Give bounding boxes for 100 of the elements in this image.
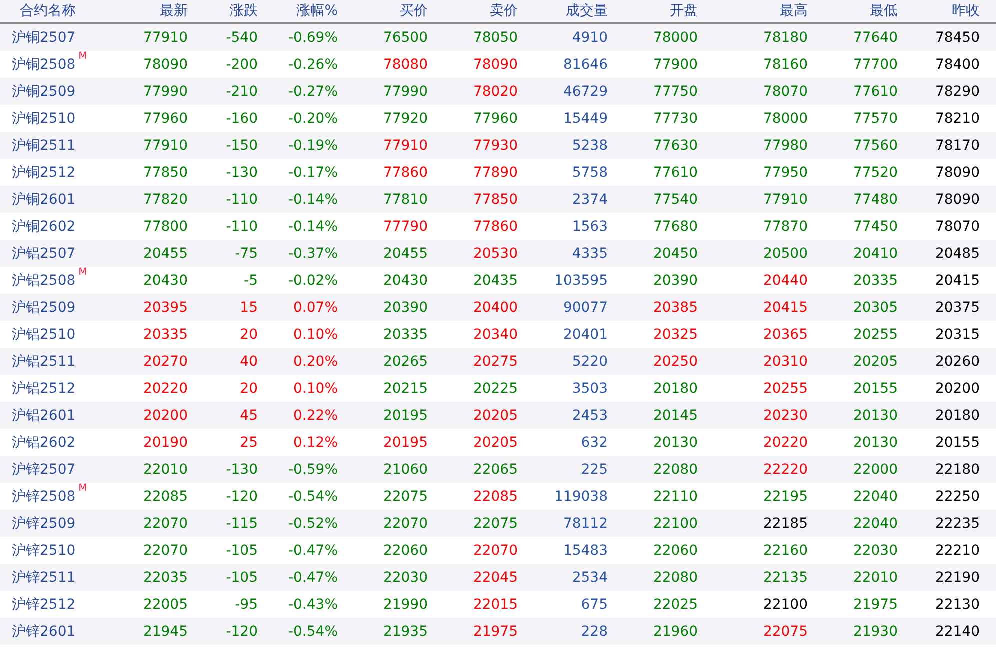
table-cell-text: 22100 (762, 596, 809, 612)
table-cell-text: 77990 (382, 84, 429, 100)
table-cell-text: 22005 (142, 596, 189, 612)
table-cell-text: 22025 (652, 596, 699, 612)
table-cell-text: 21930 (852, 624, 899, 640)
table-cell-text: 20130 (652, 434, 699, 450)
table-row[interactable]: 沪锌2512 22005 -95 -0.43% 21990 22015 675 22025 22100 21975 22130 (0, 591, 996, 618)
column-header[interactable]: 涨幅% (260, 1, 340, 21)
table-cell-text: 20190 (142, 434, 189, 450)
column-header[interactable]: 最低 (810, 1, 900, 21)
column-header[interactable]: 买价 (340, 1, 430, 21)
table-row[interactable]: 沪铜2510 77960 -160 -0.20% 77920 77960 15449 77730 78000 77570 78210 (0, 105, 996, 132)
column-header[interactable]: 昨收 (900, 1, 982, 21)
table-cell-text: 77860 (382, 164, 429, 180)
table-row[interactable]: 沪锌2507 22010 -130 -0.59% 21060 22065 225 22080 22220 22000 22180 (0, 456, 996, 483)
contract-name: 沪铝2507 (12, 244, 76, 262)
table-row[interactable]: 沪铜2602 77800 -110 -0.14% 77790 77860 1563 77680 77870 77450 78070 (0, 213, 996, 240)
table-cell-text: 78112 (562, 516, 609, 532)
column-header[interactable]: 合约名称 (0, 1, 120, 21)
table-cell-text: 22065 (472, 462, 519, 478)
table-cell-text: 22030 (382, 570, 429, 586)
table-cell-text: 15483 (562, 542, 609, 558)
table-row[interactable]: 沪铝2507 20455 -75 -0.37% 20455 20530 4335 20450 20500 20410 20485 (0, 240, 996, 267)
table-cell-text: 20390 (652, 272, 699, 288)
column-header[interactable]: 最新 (120, 1, 190, 21)
table-cell-text: 20155 (934, 434, 981, 450)
table-row[interactable]: 沪锌2508 M 22085 -120 -0.54% 22075 22085 119038 22110 22195 22040 22250 (0, 483, 996, 510)
table-cell-text: 22045 (472, 570, 519, 586)
table-row[interactable]: 沪铝2510 20335 20 0.10% 20335 20340 20401 20325 20365 20255 20315 (0, 321, 996, 348)
column-header[interactable]: 成交量 (520, 1, 610, 21)
table-cell-text: -0.17% (287, 164, 339, 180)
table-cell-text: 78080 (382, 56, 429, 72)
table-cell-text: -120 (225, 488, 259, 504)
table-cell-text: 15449 (562, 110, 609, 126)
column-header[interactable]: 涨跌 (190, 1, 260, 21)
table-cell-text: 22070 (382, 516, 429, 532)
table-cell-text: 21060 (382, 462, 429, 478)
table-row[interactable]: 沪铝2602 20190 25 0.12% 20195 20205 632 20130 20220 20130 20155 (0, 429, 996, 456)
table-cell-text: 20310 (762, 354, 809, 370)
table-cell-text: 77910 (142, 30, 189, 46)
table-cell-text: 20195 (382, 408, 429, 424)
table-row[interactable]: 沪锌2510 22070 -105 -0.47% 22060 22070 15483 22060 22160 22030 22210 (0, 537, 996, 564)
table-cell-text: 5238 (571, 138, 609, 154)
column-header[interactable]: 最高 (700, 1, 810, 21)
table-cell-text: 81646 (562, 56, 609, 72)
table-row[interactable]: 沪铝2512 20220 20 0.10% 20215 20225 3503 20180 20255 20155 20200 (0, 375, 996, 402)
table-cell-text: 21945 (142, 624, 189, 640)
table-cell-text: -0.20% (287, 110, 339, 126)
table-cell-text: 20395 (142, 300, 189, 316)
table-row[interactable]: 沪铜2512 77850 -130 -0.17% 77860 77890 5758 77610 77950 77520 78090 (0, 159, 996, 186)
table-row[interactable]: 沪铝2601 20200 45 0.22% 20195 20205 2453 20145 20230 20130 20180 (0, 402, 996, 429)
table-cell-text: 20205 (852, 354, 899, 370)
table-cell-text: -0.47% (287, 542, 339, 558)
column-header[interactable]: 卖价 (430, 1, 520, 21)
table-row[interactable]: 沪铜2508 M 78090 -200 -0.26% 78080 78090 81646 77900 78160 77700 78400 (0, 51, 996, 78)
table-cell-text: 77680 (652, 218, 699, 234)
table-cell-text: 20340 (472, 326, 519, 342)
contract-name: 沪铜2508 (12, 56, 76, 74)
table-cell-text: 22010 (852, 570, 899, 586)
table-row[interactable]: 沪锌2509 22070 -115 -0.52% 22070 22075 78112 22100 22185 22040 22235 (0, 510, 996, 537)
column-header[interactable]: 开盘 (610, 1, 700, 21)
main-contract-mark: M (78, 484, 88, 494)
table-cell-text: 119038 (554, 488, 609, 504)
table-row[interactable]: 沪铝2508 M 20430 -5 -0.02% 20430 20435 103595 20390 20440 20335 20415 (0, 267, 996, 294)
table-cell-text: 228 (580, 624, 609, 640)
table-cell-text: -0.43% (287, 596, 339, 612)
table-cell-text: -160 (225, 110, 259, 126)
table-cell-text: 20215 (382, 380, 429, 396)
table-cell-text: 20130 (852, 434, 899, 450)
table-row[interactable]: 沪铝2511 20270 40 0.20% 20265 20275 5220 20250 20310 20205 20260 (0, 348, 996, 375)
table-row[interactable]: 沪铜2509 77990 -210 -0.27% 77990 78020 46729 77750 78070 77610 78290 (0, 78, 996, 105)
table-row[interactable]: 沪锌2511 22035 -105 -0.47% 22030 22045 2534 22080 22135 22010 22190 (0, 564, 996, 591)
table-row[interactable]: 沪铜2507 77910 -540 -0.69% 76500 78050 4910 78000 78180 77640 78450 (0, 24, 996, 51)
table-row[interactable]: 沪铜2601 77820 -110 -0.14% 77810 77850 2374 77540 77910 77480 78090 (0, 186, 996, 213)
table-cell-text: 20180 (652, 380, 699, 396)
table-cell-text: 20 (239, 326, 259, 342)
table-cell-text: 77480 (852, 192, 899, 208)
table-cell-text: 77890 (472, 164, 519, 180)
table-cell-text: 22030 (852, 542, 899, 558)
table-cell-text: 46729 (562, 84, 609, 100)
table-cell-text: 20455 (142, 246, 189, 262)
table-cell-text: 78090 (934, 192, 981, 208)
table-cell-text: 20195 (382, 434, 429, 450)
table-cell-text: 0.07% (292, 300, 339, 316)
table-cell-text: -200 (225, 56, 259, 72)
table-cell-text: 2374 (571, 192, 609, 208)
table-cell-text: 25 (239, 434, 259, 450)
table-cell-text: 5220 (571, 354, 609, 370)
table-cell-text: 20130 (852, 408, 899, 424)
table-cell-text: 20375 (934, 300, 981, 316)
table-row[interactable]: 沪铜2511 77910 -150 -0.19% 77910 77930 5238 77630 77980 77560 78170 (0, 132, 996, 159)
table-cell-text: 78090 (142, 56, 189, 72)
table-cell-text: 20450 (652, 246, 699, 262)
table-row[interactable]: 沪锌2601 21945 -120 -0.54% 21935 21975 228 21960 22075 21930 22140 (0, 618, 996, 645)
table-cell-text: 20255 (852, 326, 899, 342)
table-row[interactable]: 沪铝2509 20395 15 0.07% 20390 20400 90077 20385 20415 20305 20375 (0, 294, 996, 321)
contract-name: 沪锌2510 (12, 542, 76, 560)
table-cell-text: 22140 (934, 624, 981, 640)
table-cell-text: -120 (225, 624, 259, 640)
table-cell-text: 0.12% (292, 434, 339, 450)
